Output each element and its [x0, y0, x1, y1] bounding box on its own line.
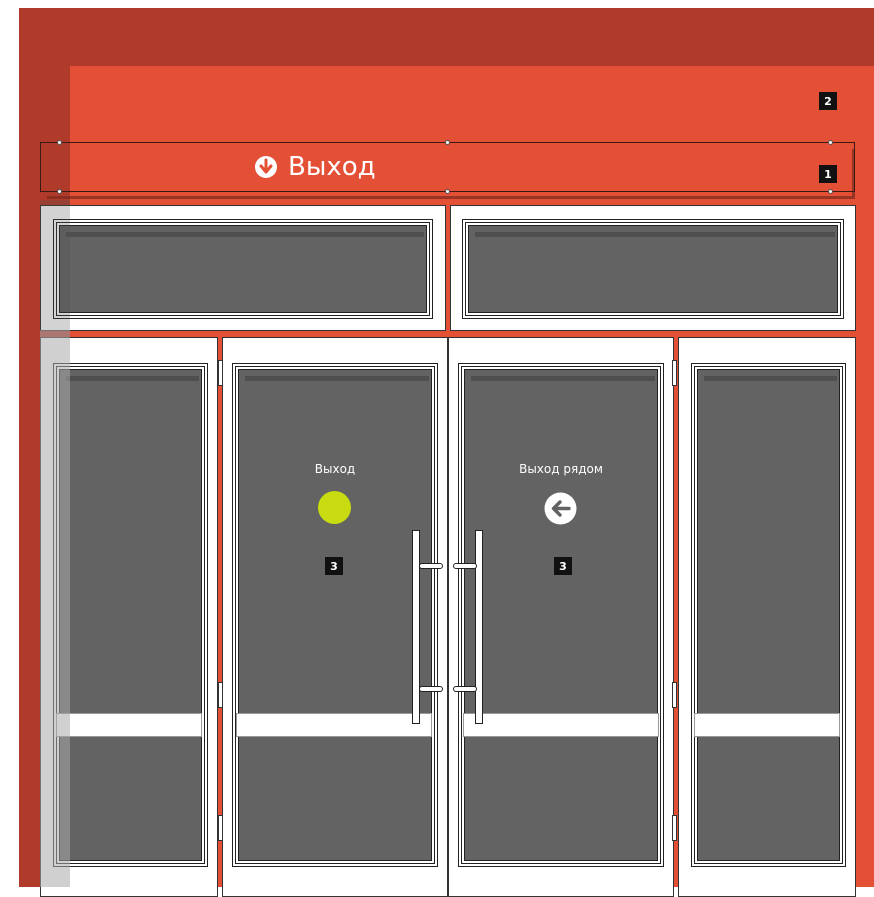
- glass-shadow: [704, 376, 837, 381]
- tag-3-left: 3: [325, 557, 343, 575]
- door-right-handle[interactable]: [475, 530, 483, 724]
- hinge: [672, 815, 677, 841]
- facade-top-shade: [19, 8, 874, 66]
- side-right-rail: [694, 713, 840, 737]
- hinge: [218, 682, 223, 708]
- door-left-marker-dot: [318, 491, 351, 524]
- door-left-rail: [236, 713, 432, 737]
- glass-shadow: [245, 376, 429, 381]
- exit-sign-box[interactable]: [40, 142, 855, 192]
- hinge: [672, 360, 677, 386]
- tag-2: 2: [819, 92, 837, 110]
- side-left-glass: [59, 369, 202, 861]
- glass-shadow: [471, 376, 655, 381]
- selection-handle[interactable]: [828, 189, 833, 194]
- tag-3-right: 3: [554, 557, 572, 575]
- sign-content: Выход: [254, 150, 376, 184]
- door-left-label: Выход: [314, 462, 356, 476]
- door-left-glass: [238, 369, 432, 861]
- down-arrow-circle-icon: [255, 156, 277, 178]
- left-arrow-circle-icon: [544, 492, 577, 525]
- door-left-handle[interactable]: [412, 530, 420, 724]
- door-left-handle-bracket: [419, 686, 443, 692]
- selection-handle[interactable]: [445, 140, 450, 145]
- hinge: [218, 815, 223, 841]
- glass-shadow: [66, 376, 199, 381]
- selection-handle[interactable]: [828, 140, 833, 145]
- glass-shadow: [66, 232, 424, 237]
- left-overlay-upper: [40, 200, 70, 330]
- selection-handle[interactable]: [57, 189, 62, 194]
- door-right-label: Выход рядом: [519, 462, 603, 476]
- door-left-handle-bracket: [419, 563, 443, 569]
- door-right-handle-bracket: [453, 563, 477, 569]
- side-right-glass: [697, 369, 840, 861]
- side-left-rail: [56, 713, 202, 737]
- door-right-handle-bracket: [453, 686, 477, 692]
- transom-left-glass: [59, 225, 427, 313]
- left-overlay-lower: [40, 330, 70, 887]
- hinge: [218, 360, 223, 386]
- door-right-glass: [464, 369, 658, 861]
- transom-right-glass: [468, 225, 838, 313]
- sign-text: Выход: [288, 152, 376, 182]
- selection-handle[interactable]: [445, 189, 450, 194]
- glass-shadow: [475, 232, 835, 237]
- hinge: [672, 682, 677, 708]
- door-right-rail: [463, 713, 659, 737]
- tag-1: 1: [819, 165, 837, 183]
- selection-handle[interactable]: [57, 140, 62, 145]
